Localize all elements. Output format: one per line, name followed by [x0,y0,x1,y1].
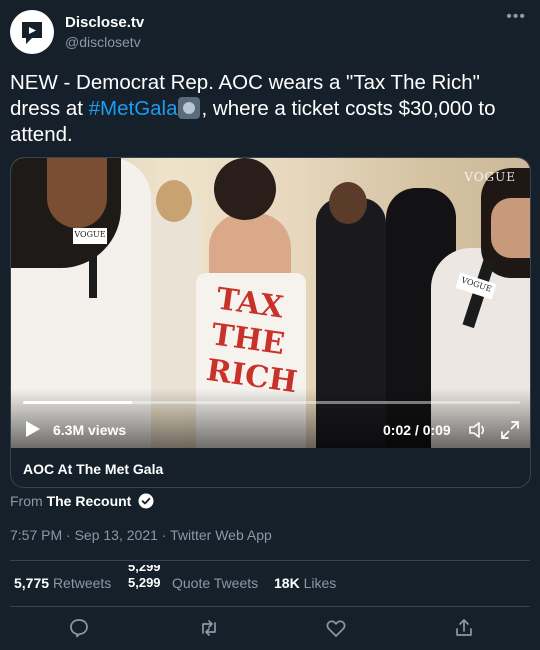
video-card[interactable]: VOGUE TAX THE RICH VOGUE VOGUE 6.3M view… [10,157,531,488]
tweet-stats: 5,775 Retweets 5,299 5,299 Quote Tweets … [10,565,530,595]
retweets-count: 5,775 [14,575,50,591]
video-title[interactable]: AOC At The Met Gala [23,461,163,477]
hashtag-link[interactable]: #MetGala [89,97,178,120]
tweet-meta: 7:57 PM · Sep 13, 2021 · Twitter Web App [10,527,272,543]
likes-stat[interactable]: 18K Likes [274,575,336,591]
video-controls: 6.3M views 0:02 / 0:09 [11,388,530,448]
tweet-time[interactable]: 7:57 PM [10,527,62,543]
mic-flag-left: VOGUE [73,228,107,244]
author-handle[interactable]: @disclosetv [65,34,141,50]
video-source: From The Recount [10,493,154,509]
quote-tweets-stat[interactable]: Quote Tweets [172,575,258,591]
divider [10,606,530,607]
tweet-text: NEW - Democrat Rep. AOC wears a "Tax The… [10,70,530,148]
progress-fill [23,401,133,404]
background-person-head [156,180,192,222]
video-timecode: 0:02 / 0:09 [383,422,451,438]
author-name[interactable]: Disclose.tv [65,14,144,31]
quote-tweets-label: Quote Tweets [172,575,259,591]
meta-separator: · [161,527,167,543]
aoc-head [214,158,276,220]
retweets-stat[interactable]: 5,775 Retweets [14,575,111,591]
fullscreen-icon[interactable] [499,419,521,441]
more-options-icon[interactable]: ••• [506,8,526,26]
suited-man-head [329,182,367,224]
view-count: 6.3M views [53,422,127,438]
play-icon[interactable] [25,420,41,438]
verified-badge-icon [138,493,154,509]
avatar[interactable] [10,10,54,54]
source-label: From [10,493,43,509]
reply-icon[interactable] [67,616,91,640]
dress-text: TAX THE RICH [204,281,300,401]
retweet-icon[interactable] [197,616,221,640]
tweet-client[interactable]: Twitter Web App [170,527,272,543]
action-bar [10,616,530,642]
disclose-logo-icon [22,22,42,44]
like-icon[interactable] [324,616,348,640]
likes-label: Likes [303,575,337,591]
source-name[interactable]: The Recount [47,493,132,509]
camera-flash-emoji-icon [177,97,200,119]
quote-count-new: 5,299 [128,575,161,590]
interviewer-right-face [491,198,530,258]
meta-separator: · [66,527,71,543]
microphone-left [89,238,97,298]
tweet-header: Disclose.tv @disclosetv ••• [10,8,530,56]
quote-count-old: 5,299 [128,565,161,574]
volume-icon[interactable] [467,419,489,441]
interviewer-left-face [47,158,107,228]
share-icon[interactable] [452,616,476,640]
video-player[interactable]: VOGUE TAX THE RICH VOGUE VOGUE 6.3M view… [11,158,530,448]
progress-bar[interactable] [23,401,520,404]
quote-count-rolling: 5,299 5,299 [128,565,168,599]
vogue-watermark: VOGUE [464,170,516,184]
divider [10,560,530,561]
likes-count: 18K [274,575,300,591]
retweets-label: Retweets [52,575,112,591]
tweet-date[interactable]: Sep 13, 2021 [75,527,158,543]
